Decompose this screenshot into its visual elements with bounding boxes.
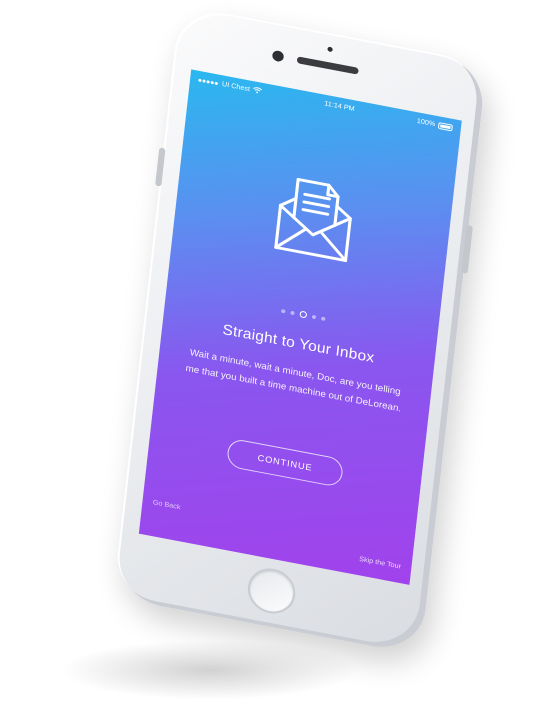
go-back-link[interactable]: Go Back	[152, 499, 180, 511]
continue-button[interactable]: CONTINUE	[226, 437, 345, 488]
app-screen: UI Chest 11:14 PM 100% Straight to Your …	[138, 69, 462, 585]
earpiece-speaker	[296, 56, 359, 75]
status-bar: UI Chest 11:14 PM 100%	[189, 69, 462, 137]
status-time: 11:14 PM	[324, 100, 356, 113]
envelope-letter-icon	[267, 169, 362, 267]
page-dot[interactable]	[311, 314, 317, 319]
page-indicator	[281, 307, 326, 322]
front-camera	[271, 49, 285, 63]
home-button[interactable]	[245, 564, 298, 618]
power-button	[461, 224, 473, 274]
status-left: UI Chest	[198, 75, 263, 96]
page-dot[interactable]	[321, 316, 326, 321]
page-dot[interactable]	[281, 308, 286, 314]
status-right: 100%	[416, 117, 454, 131]
wifi-icon	[253, 86, 263, 96]
device-mockup: UI Chest 11:14 PM 100% Straight to Your …	[0, 0, 558, 728]
battery-icon	[437, 121, 454, 131]
carrier-label: UI Chest	[221, 80, 251, 93]
phone-body: UI Chest 11:14 PM 100% Straight to Your …	[112, 4, 488, 656]
battery-percent: 100%	[416, 117, 436, 128]
skip-tour-link[interactable]: Skip the Tour	[359, 556, 402, 571]
proximity-sensor	[327, 46, 333, 53]
signal-icon	[198, 76, 219, 87]
page-dot-active[interactable]	[299, 310, 308, 319]
volume-button	[155, 147, 166, 187]
page-dot[interactable]	[290, 310, 295, 315]
